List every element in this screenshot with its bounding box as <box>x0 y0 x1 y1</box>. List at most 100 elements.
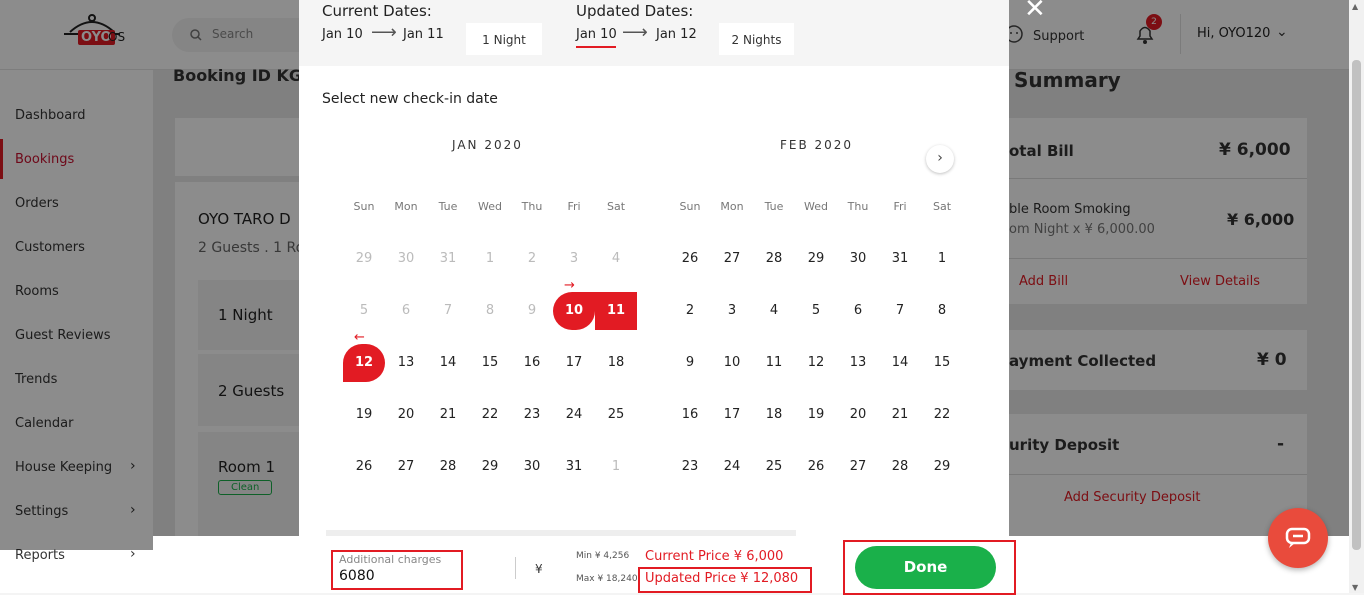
next-month-button[interactable]: › <box>926 145 954 173</box>
calendar-day[interactable]: 20 <box>385 396 427 434</box>
arrow-right-icon: → <box>564 278 575 293</box>
calendar-day[interactable]: 17 <box>553 344 595 382</box>
calendar-day-selected[interactable]: 11 <box>595 292 637 330</box>
calendar-day[interactable]: 27 <box>711 240 753 278</box>
calendar-day[interactable]: 25 <box>595 396 637 434</box>
calendar-day[interactable]: 21 <box>879 396 921 434</box>
calendar-day[interactable]: 29 <box>795 240 837 278</box>
weekday-label: Wed <box>478 200 502 213</box>
weekday-label: Sat <box>932 200 952 213</box>
weekday-label: Sun <box>679 200 701 213</box>
calendar-day[interactable]: 20 <box>837 396 879 434</box>
sidebar-item-reports[interactable]: Reports <box>15 548 65 563</box>
calendar-day[interactable]: 7 <box>879 292 921 330</box>
calendar-day[interactable]: 3 <box>711 292 753 330</box>
calendar-day[interactable]: 14 <box>879 344 921 382</box>
calendar-day[interactable]: 11 <box>753 344 795 382</box>
calendar-day[interactable]: 1 <box>595 448 637 486</box>
calendar-day[interactable]: 31 <box>553 448 595 486</box>
calendar-day[interactable]: 22 <box>921 396 963 434</box>
calendar-day[interactable]: 24 <box>711 448 753 486</box>
calendar-day: 1 <box>485 251 495 266</box>
calendar-day[interactable]: 22 <box>469 396 511 434</box>
calendar-day: 8 <box>485 303 495 318</box>
calendar-day[interactable]: 23 <box>511 396 553 434</box>
updated-price-box: Updated Price ¥ 12,080 <box>638 567 812 593</box>
calendar-day[interactable]: 28 <box>753 240 795 278</box>
calendar-day[interactable]: 8 <box>921 292 963 330</box>
calendar-day[interactable]: 27 <box>837 448 879 486</box>
calendar-day[interactable]: 16 <box>511 344 553 382</box>
calendar-day[interactable]: 18 <box>753 396 795 434</box>
calendar-day[interactable]: 31 <box>879 240 921 278</box>
calendar-day: 31 <box>439 251 457 266</box>
updated-to-date[interactable]: Jan 12 <box>656 27 697 42</box>
updated-price: Updated Price ¥ 12,080 <box>645 571 799 586</box>
current-price: Current Price ¥ 6,000 <box>645 549 784 564</box>
additional-charges-input[interactable]: 6080 <box>339 568 375 584</box>
calendar-day[interactable]: 13 <box>837 344 879 382</box>
current-from-date: Jan 10 <box>322 27 363 42</box>
currency-symbol: ¥ <box>535 562 543 576</box>
updated-dates-title: Updated Dates: <box>576 2 694 20</box>
calendar-day: 3 <box>569 251 579 266</box>
calendar-day[interactable]: 19 <box>795 396 837 434</box>
select-checkin-title: Select new check-in date <box>322 91 498 107</box>
scrollbar-thumb[interactable] <box>1352 60 1361 550</box>
calendar-day[interactable]: 14 <box>427 344 469 382</box>
calendar-day[interactable]: 30 <box>511 448 553 486</box>
calendar-day[interactable]: 19 <box>343 396 385 434</box>
calendar-day[interactable]: 5 <box>795 292 837 330</box>
active-date-underline <box>576 46 616 48</box>
calendar-day[interactable]: 26 <box>343 448 385 486</box>
calendar-day-checkout[interactable]: 12 <box>343 344 385 382</box>
calendar-day[interactable]: 24 <box>553 396 595 434</box>
calendar-day[interactable]: 27 <box>385 448 427 486</box>
updated-from-date[interactable]: Jan 10 <box>576 27 617 42</box>
arrow-right-icon: ⟶ <box>622 22 648 43</box>
arrow-right-icon: ⟶ <box>371 22 397 43</box>
weekday-label: Tue <box>438 200 458 213</box>
calendar-day[interactable]: 23 <box>669 448 711 486</box>
change-dates-modal: Current Dates: Jan 10 ⟶ Jan 11 1 Night U… <box>299 0 1009 536</box>
calendar-day[interactable]: 2 <box>669 292 711 330</box>
weekday-label: Mon <box>394 200 418 213</box>
calendar-day[interactable]: 29 <box>469 448 511 486</box>
scroll-up-icon[interactable]: ▲ <box>1352 2 1358 11</box>
calendar-day[interactable]: 26 <box>795 448 837 486</box>
calendar-day[interactable]: 21 <box>427 396 469 434</box>
calendar-day[interactable]: 13 <box>385 344 427 382</box>
calendar-day[interactable]: 1 <box>921 240 963 278</box>
calendar-day[interactable]: 15 <box>921 344 963 382</box>
scroll-down-icon[interactable]: ▼ <box>1352 583 1358 592</box>
calendar-day[interactable]: 28 <box>879 448 921 486</box>
calendar-day[interactable]: 17 <box>711 396 753 434</box>
close-icon[interactable]: ✕ <box>1024 0 1046 24</box>
weekday-label: Thu <box>847 200 869 213</box>
calendar-day[interactable]: 4 <box>753 292 795 330</box>
calendar-day[interactable]: 9 <box>669 344 711 382</box>
weekday-label: Sun <box>353 200 375 213</box>
calendar-day[interactable]: 12 <box>795 344 837 382</box>
calendar-day[interactable]: 29 <box>921 448 963 486</box>
calendar-day[interactable]: 6 <box>837 292 879 330</box>
calendar-day[interactable]: 25 <box>753 448 795 486</box>
month-title-feb: FEB 2020 <box>780 138 854 152</box>
max-price: Max ¥ 18,240 <box>576 574 638 584</box>
chat-button[interactable] <box>1268 508 1328 568</box>
calendar-day[interactable]: 16 <box>669 396 711 434</box>
calendar-day[interactable]: 30 <box>837 240 879 278</box>
done-button[interactable]: Done <box>855 546 996 589</box>
additional-charges-field[interactable]: Additional charges 6080 <box>331 550 463 590</box>
calendar-day: 7 <box>443 303 453 318</box>
calendar-day[interactable]: 18 <box>595 344 637 382</box>
calendar-day[interactable]: 15 <box>469 344 511 382</box>
calendar-day[interactable]: 26 <box>669 240 711 278</box>
calendar-day: 5 <box>359 303 369 318</box>
weekday-label: Mon <box>720 200 744 213</box>
calendar-day-checkin[interactable]: 10 <box>553 292 595 330</box>
weekday-label: Thu <box>521 200 543 213</box>
calendar-day: 6 <box>401 303 411 318</box>
calendar-day[interactable]: 28 <box>427 448 469 486</box>
calendar-day[interactable]: 10 <box>711 344 753 382</box>
